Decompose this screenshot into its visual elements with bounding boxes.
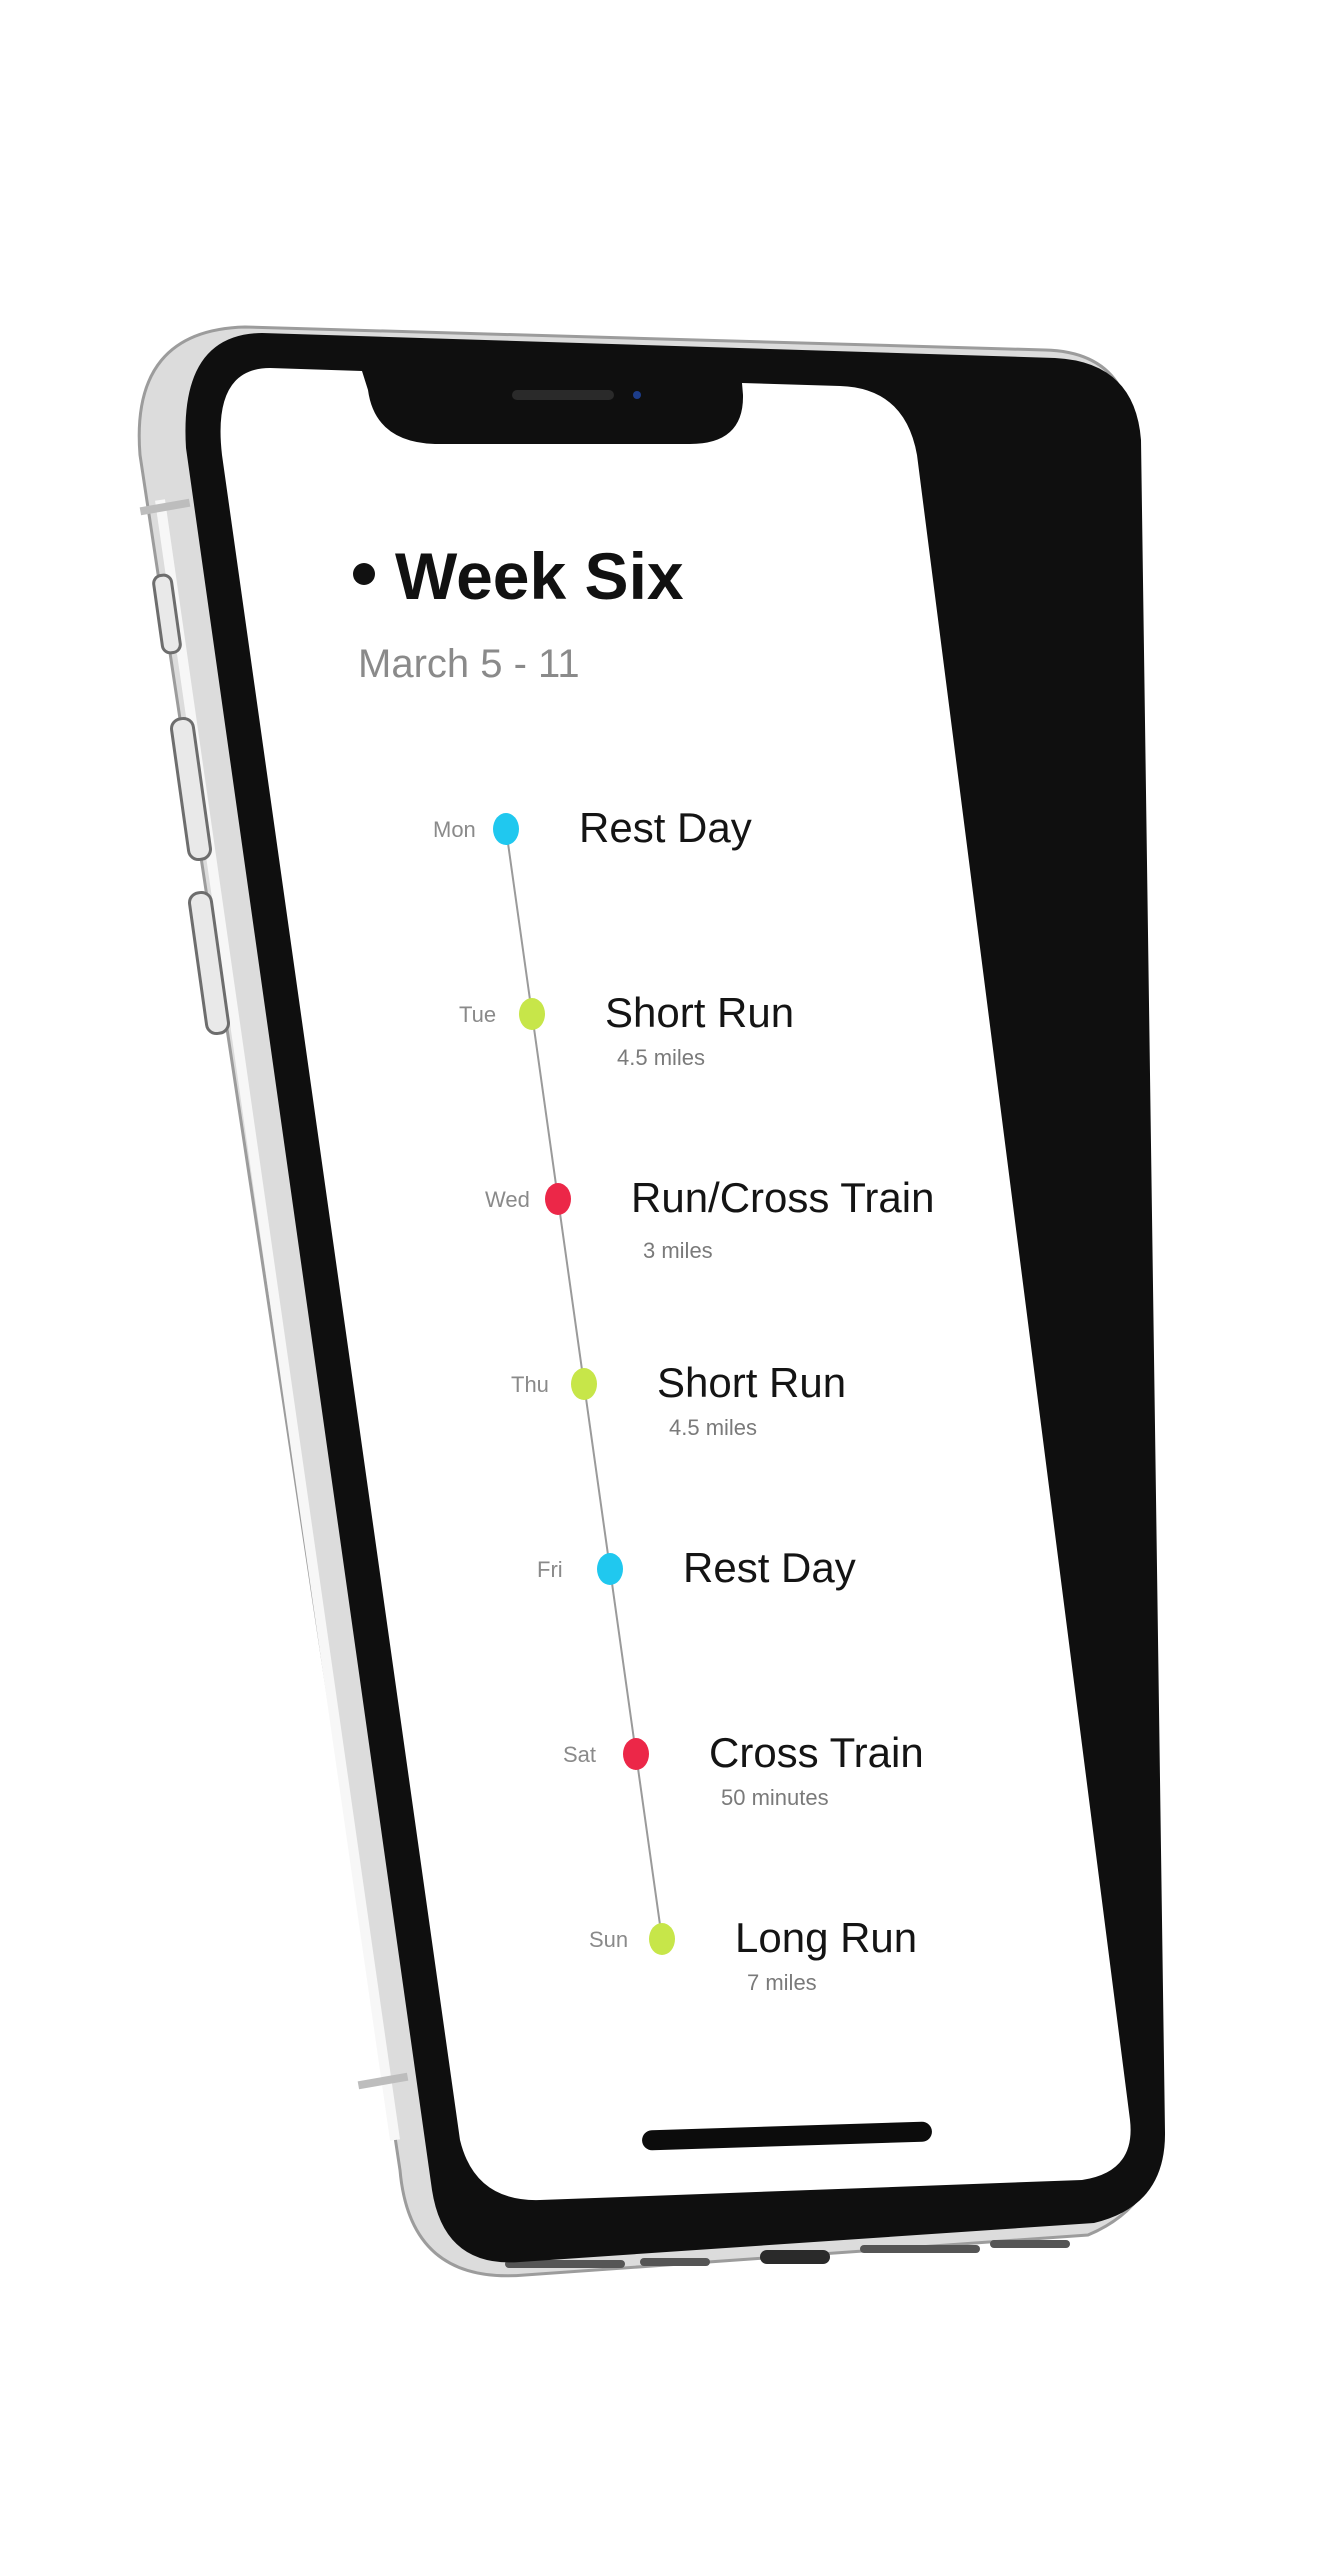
week-title: Week Six — [395, 539, 684, 613]
activity-detail: 7 miles — [747, 1970, 817, 1995]
day-label: Thu — [511, 1372, 549, 1397]
day-label: Mon — [433, 817, 476, 842]
day-label: Tue — [459, 1002, 496, 1027]
activity-detail: 4.5 miles — [669, 1415, 757, 1440]
status-dot-cross — [623, 1738, 649, 1770]
activity-label: Short Run — [657, 1359, 846, 1406]
activity-label: Cross Train — [709, 1729, 924, 1776]
activity-detail: 50 minutes — [721, 1785, 829, 1810]
day-label: Sun — [589, 1927, 628, 1952]
status-dot-run — [649, 1923, 675, 1955]
activity-label: Rest Day — [579, 804, 752, 851]
status-dot-run — [571, 1368, 597, 1400]
status-dot-cross — [545, 1183, 571, 1215]
earpiece-speaker — [512, 390, 614, 400]
activity-label: Run/Cross Train — [631, 1174, 934, 1221]
activity-label: Long Run — [735, 1914, 917, 1961]
week-dates: March 5 - 11 — [358, 642, 580, 686]
activity-detail: 3 miles — [643, 1238, 713, 1263]
activity-label: Rest Day — [683, 1544, 856, 1591]
activity-label: Short Run — [605, 989, 794, 1036]
status-dot-run — [519, 998, 545, 1030]
day-label: Fri — [537, 1557, 563, 1582]
phone-mockup: Week Six March 5 - 11 Mon Rest Day Tue Shor… — [137, 325, 1166, 2278]
front-camera — [633, 391, 641, 399]
status-dot-rest — [597, 1553, 623, 1585]
day-label: Sat — [563, 1742, 596, 1767]
status-dot-rest — [493, 813, 519, 845]
title-bullet — [353, 563, 375, 585]
day-label: Wed — [485, 1187, 530, 1212]
activity-detail: 4.5 miles — [617, 1045, 705, 1070]
